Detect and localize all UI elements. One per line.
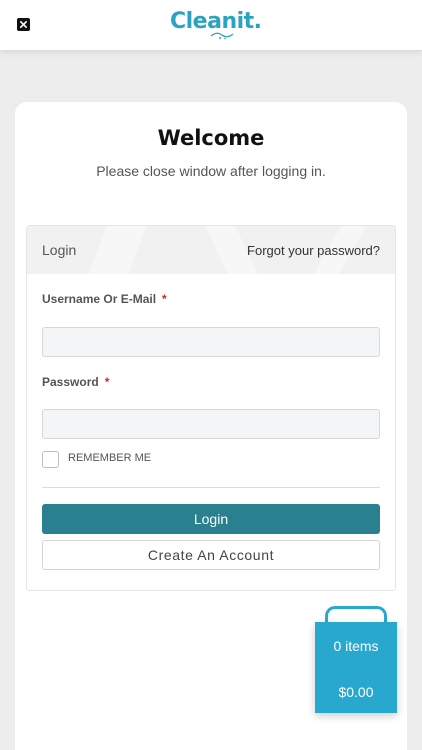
cart-widget[interactable]: 0 items $0.00 xyxy=(315,622,397,713)
username-label: Username Or E-Mail * xyxy=(42,292,167,306)
cart-total: $0.00 xyxy=(338,684,374,700)
username-label-text: Username Or E-Mail xyxy=(42,292,157,306)
login-panel-header: Login Forgot your password? xyxy=(27,226,395,274)
username-input[interactable] xyxy=(42,327,380,357)
cart-item-count: 0 items xyxy=(333,638,379,654)
remember-me-label: REMEMBER ME xyxy=(68,452,152,464)
password-label: Password * xyxy=(42,375,109,389)
logo-swirl-icon xyxy=(210,32,234,40)
close-icon[interactable] xyxy=(17,18,30,31)
create-account-button[interactable]: Create An Account xyxy=(42,540,380,570)
login-panel: Login Forgot your password? Username Or … xyxy=(26,225,396,591)
login-panel-title: Login xyxy=(42,242,77,258)
page-subtitle: Please close window after logging in. xyxy=(96,163,326,179)
forgot-password-link[interactable]: Forgot your password? xyxy=(247,243,380,258)
divider xyxy=(42,487,380,488)
password-label-text: Password xyxy=(42,375,99,389)
top-bar: Cleanit. xyxy=(0,0,422,51)
remember-me-checkbox[interactable] xyxy=(42,451,59,468)
header-decoration xyxy=(84,226,150,274)
password-input[interactable] xyxy=(42,409,380,439)
logo: Cleanit. xyxy=(170,8,262,40)
login-button[interactable]: Login xyxy=(42,504,380,534)
required-mark: * xyxy=(104,375,110,389)
required-mark: * xyxy=(162,292,167,306)
page-title: Welcome xyxy=(157,126,265,150)
